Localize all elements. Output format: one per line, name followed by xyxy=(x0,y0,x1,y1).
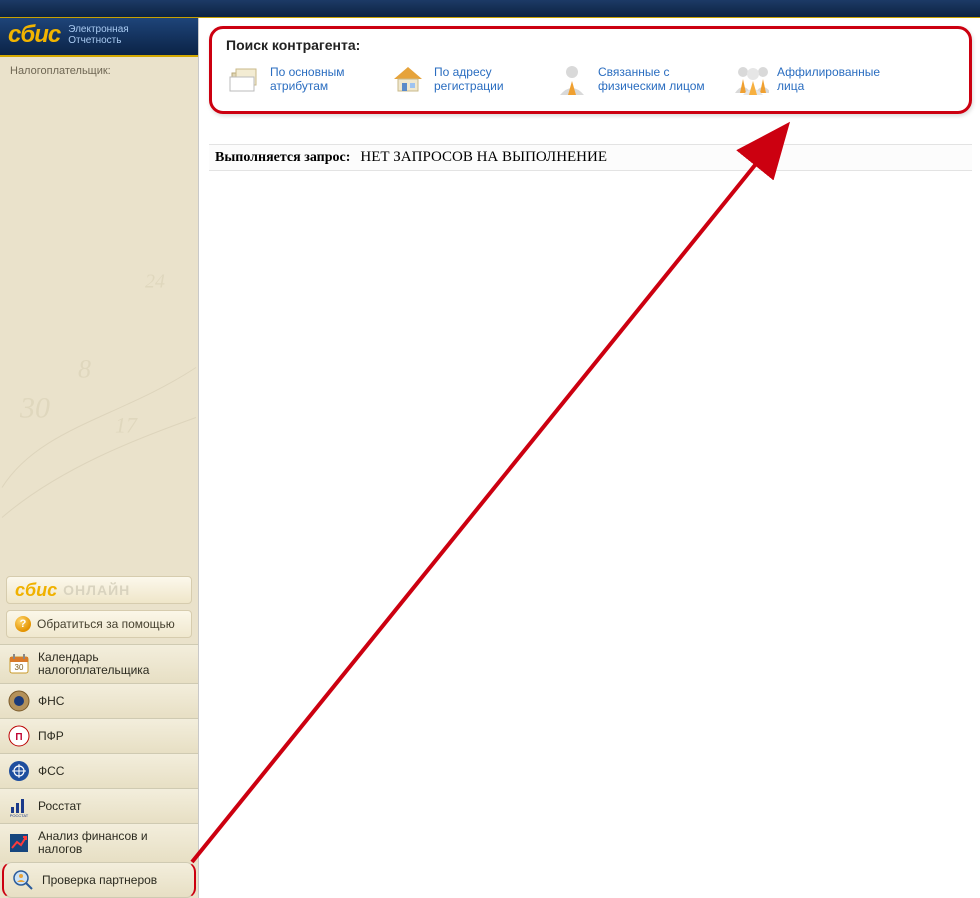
sidebar-nav: 30 Календарь налогоплательщика ФНС П ПФР xyxy=(0,644,198,898)
svg-text:30: 30 xyxy=(19,392,50,425)
svg-text:24: 24 xyxy=(145,271,165,293)
sidebar-item-rosstat[interactable]: РОССТАТ Росстат xyxy=(0,788,198,823)
sidebar-item-fss[interactable]: ФСС xyxy=(0,753,198,788)
status-value: НЕТ ЗАПРОСОВ НА ВЫПОЛНЕНИЕ xyxy=(360,149,607,166)
search-option-attributes[interactable]: По основным атрибутам xyxy=(226,61,380,97)
search-option-label: Аффилированные лица xyxy=(777,65,892,93)
brand-subtitle-line1: Электронная xyxy=(68,24,128,35)
search-option-person[interactable]: Связанные с физическим лицом xyxy=(554,61,723,97)
brand-logo: сбис xyxy=(8,21,60,49)
sbis-online-text: ОНЛАЙН xyxy=(63,582,130,598)
house-address-icon xyxy=(390,61,426,97)
sidebar-item-label: Анализ финансов и налогов xyxy=(38,830,190,856)
search-option-label: Связанные с физическим лицом xyxy=(598,65,723,93)
sidebar-item-fns[interactable]: ФНС xyxy=(0,683,198,718)
brand-subtitle-line2: Отчетность xyxy=(68,35,121,46)
sidebar: сбис Электронная Отчетность Налогоплател… xyxy=(0,18,198,898)
sidebar-bottom-block: сбис ОНЛАЙН ? Обратиться за помощью xyxy=(0,570,198,644)
brand-subtitle: Электронная Отчетность xyxy=(68,24,128,46)
rosstat-chart-icon: РОССТАТ xyxy=(8,795,30,817)
sidebar-item-pfr[interactable]: П ПФР xyxy=(0,718,198,753)
search-option-label: По адресу регистрации xyxy=(434,65,544,93)
fns-emblem-icon xyxy=(8,690,30,712)
request-status-row: Выполняется запрос: НЕТ ЗАПРОСОВ НА ВЫПО… xyxy=(209,144,972,171)
search-option-affiliated[interactable]: Аффилированные лица xyxy=(733,61,892,97)
brand-header: сбис Электронная Отчетность xyxy=(0,18,198,57)
contractor-search-panel: Поиск контрагента: По основным атрибутам… xyxy=(209,26,972,114)
fss-emblem-icon xyxy=(8,760,30,782)
top-bar xyxy=(0,0,980,18)
sidebar-item-label: ПФР xyxy=(38,730,64,743)
search-options-row: По основным атрибутам По адресу регистра… xyxy=(226,61,955,97)
help-icon: ? xyxy=(15,616,31,632)
sidebar-item-partner-check[interactable]: Проверка партнеров xyxy=(2,862,196,898)
sbis-online-banner[interactable]: сбис ОНЛАЙН xyxy=(6,576,192,604)
analysis-chart-icon xyxy=(8,832,30,854)
svg-text:8: 8 xyxy=(78,355,91,384)
help-button[interactable]: ? Обратиться за помощью xyxy=(6,610,192,638)
search-option-label: По основным атрибутам xyxy=(270,65,380,93)
sidebar-item-label: Проверка партнеров xyxy=(42,874,157,887)
calendar-icon: 30 xyxy=(8,653,30,675)
search-title: Поиск контрагента: xyxy=(226,37,955,53)
sidebar-item-label: Росстат xyxy=(38,800,81,813)
sidebar-item-calendar[interactable]: 30 Календарь налогоплательщика xyxy=(0,644,198,683)
svg-text:30: 30 xyxy=(15,663,24,672)
sidebar-item-label: Календарь налогоплательщика xyxy=(38,651,190,677)
help-button-label: Обратиться за помощью xyxy=(37,617,175,631)
svg-text:П: П xyxy=(15,732,22,743)
search-option-address[interactable]: По адресу регистрации xyxy=(390,61,544,97)
status-label: Выполняется запрос: xyxy=(215,150,350,166)
pfr-emblem-icon: П xyxy=(8,725,30,747)
taxpayer-label: Налогоплательщик: xyxy=(0,57,198,85)
svg-text:РОССТАТ: РОССТАТ xyxy=(10,813,29,817)
sidebar-item-label: ФСС xyxy=(38,765,64,778)
magnifier-user-icon xyxy=(12,869,34,891)
watermark-numbers-icon: 24 8 30 17 xyxy=(0,85,198,570)
svg-text:17: 17 xyxy=(115,413,138,438)
sidebar-item-analysis[interactable]: Анализ финансов и налогов xyxy=(0,823,198,862)
folder-attributes-icon xyxy=(226,61,262,97)
people-group-icon xyxy=(733,61,769,97)
sidebar-spacer: 24 8 30 17 xyxy=(0,85,198,570)
sidebar-item-label: ФНС xyxy=(38,695,64,708)
main-content: Поиск контрагента: По основным атрибутам… xyxy=(198,18,980,898)
person-icon xyxy=(554,61,590,97)
sbis-online-logo: сбис xyxy=(15,580,57,601)
